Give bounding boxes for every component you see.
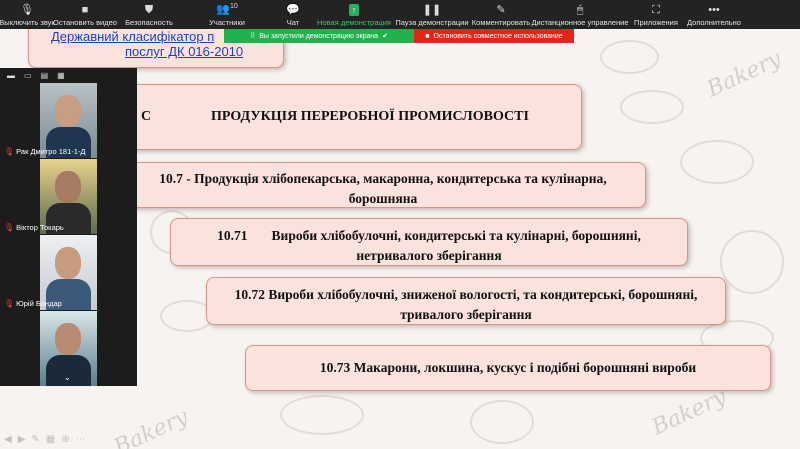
remote-control-button[interactable]: 🖱 Дистанционное управление <box>531 0 628 29</box>
section-heading-box: С ПРОДУКЦІЯ ПЕРЕРОБНОЇ ПРОМИСЛОВОСТІ <box>112 84 582 150</box>
pause-share-button[interactable]: ❚❚ Пауза демонстрации <box>394 0 470 29</box>
chat-icon: 💬 <box>286 4 300 16</box>
class-10-71-text: Вироби хлібобулочні, кондитерські та кул… <box>271 228 641 263</box>
stop-square-icon: ■ <box>425 32 430 40</box>
participant-video[interactable]: 🎙 Рак Дмитро 181-1-Д <box>0 83 137 158</box>
sharing-banner: ⠿ Вы запустили демонстрацию экрана ✔ ■ О… <box>224 29 574 43</box>
gallery-icon[interactable]: ▦ <box>46 434 55 445</box>
slide-tools: ◀ ▶ ✎ ▦ ⊕ ⋯ <box>0 430 86 449</box>
options-icon[interactable]: ⋯ <box>76 434 86 445</box>
bakery-watermark: Bakery <box>703 46 786 103</box>
share-screen-icon: ↑ <box>348 4 360 16</box>
person-head <box>55 171 81 203</box>
video-panel: ▬ ▭ ▤ ▦ 🎙 Рак Дмитро 181-1-Д 🎙 Віктор То… <box>0 68 137 386</box>
apps-icon: ⛶ <box>652 4 660 16</box>
bread-doodle <box>680 140 754 184</box>
bread-doodle <box>600 40 659 74</box>
more-button[interactable]: ••• Дополнительно <box>684 0 744 29</box>
classifier-link-line2[interactable]: послуг ДК 016-2010 <box>29 44 283 59</box>
participants-count: 10 <box>229 3 238 11</box>
class-10-7-box: 10.7 - Продукція хлібопекарська, макарон… <box>120 162 646 208</box>
drag-handle-icon[interactable]: ⠿ <box>250 32 255 40</box>
mute-button[interactable]: 🎙 Выключить звук <box>0 0 55 29</box>
class-10-71-box: 10.71 Вироби хлібобулочні, кондитерські т… <box>170 218 688 266</box>
bakery-watermark: Bakery <box>648 384 731 441</box>
class-10-72-text: 10.72 Вироби хлібобулочні, зниженої воло… <box>234 287 698 322</box>
next-slide-icon[interactable]: ▶ <box>18 434 26 445</box>
section-heading: ПРОДУКЦІЯ ПЕРЕРОБНОЇ ПРОМИСЛОВОСТІ <box>211 109 529 124</box>
person-head <box>55 323 81 355</box>
muted-mic-icon: 🎙 <box>4 223 15 232</box>
apps-button[interactable]: ⛶ Приложения <box>628 0 684 29</box>
class-10-71-code: 10.71 <box>217 228 248 243</box>
participant-label: 🎙 Рак Дмитро 181-1-Д <box>4 147 86 156</box>
class-10-72-box: 10.72 Вироби хлібобулочні, зниженої воло… <box>206 277 726 325</box>
participant-label: 🎙 Юрій Бондар <box>4 299 62 308</box>
class-10-73-box: 10.73 Макарони, локшина, кускус і подібн… <box>245 345 771 391</box>
speaker-view-icon[interactable]: ▭ <box>24 71 32 80</box>
section-letter: С <box>141 109 152 124</box>
shield-check-icon: ✔ <box>382 33 388 40</box>
gallery-view-icon[interactable]: ▦ <box>57 71 65 80</box>
participant-label: 🎙 Віктор Токарь <box>4 223 64 232</box>
pause-icon: ❚❚ <box>422 4 442 16</box>
more-icon: ••• <box>708 4 720 16</box>
remote-control-icon: 🖱 <box>576 4 584 16</box>
muted-mic-icon: 🎙 <box>4 147 15 156</box>
participant-video[interactable]: 🎙 Віктор Токарь <box>0 159 137 234</box>
stop-video-button[interactable]: ■ Остановить видео <box>53 0 117 29</box>
meeting-toolbar: 🎙 Выключить звук ■ Остановить видео ⛊ Бе… <box>0 0 800 29</box>
muted-mic-icon: 🎙 <box>4 299 15 308</box>
microphone-icon: 🎙 <box>20 4 34 16</box>
chat-button[interactable]: 💬 Чат <box>272 0 314 29</box>
shield-icon: ⛊ <box>144 4 154 16</box>
bread-doodle <box>470 400 534 444</box>
person-head <box>55 247 81 279</box>
person-head <box>55 95 81 127</box>
participants-button[interactable]: 👥10 Участники <box>182 0 272 29</box>
stop-share-button[interactable]: ■ Остановить совместное использование <box>414 29 574 43</box>
participant-video[interactable]: 🎙 Юрій Бондар <box>0 235 137 310</box>
previous-slide-icon[interactable]: ◀ <box>4 434 12 445</box>
strip-view-icon[interactable]: ▤ <box>41 71 49 80</box>
class-10-73-text: 10.73 Макарони, локшина, кускус і подібн… <box>319 360 697 375</box>
annotate-icon: ✎ <box>496 4 506 16</box>
annotate-button[interactable]: ✎ Комментировать <box>470 0 532 29</box>
class-10-7-text: 10.7 - Продукція хлібопекарська, макарон… <box>159 171 607 206</box>
bakery-watermark: Bakery <box>110 404 193 449</box>
new-share-button[interactable]: ↑ Новая демонстрация <box>314 0 394 29</box>
bread-doodle <box>720 230 784 294</box>
sharing-status: ⠿ Вы запустили демонстрацию экрана ✔ <box>224 29 414 43</box>
zoom-icon[interactable]: ⊕ <box>61 434 69 445</box>
panel-controls: ▬ ▭ ▤ ▦ <box>0 68 137 82</box>
croissant-doodle <box>620 90 684 124</box>
security-button[interactable]: ⛊ Безопасность <box>116 0 182 29</box>
minimize-icon[interactable]: ▬ <box>7 71 15 80</box>
video-camera-icon: ■ <box>81 4 89 16</box>
participants-icon: 👥10 <box>216 3 238 16</box>
pen-icon[interactable]: ✎ <box>31 434 39 445</box>
bread-doodle <box>280 395 364 435</box>
panel-collapse-icon[interactable]: ⌄ <box>64 373 71 382</box>
